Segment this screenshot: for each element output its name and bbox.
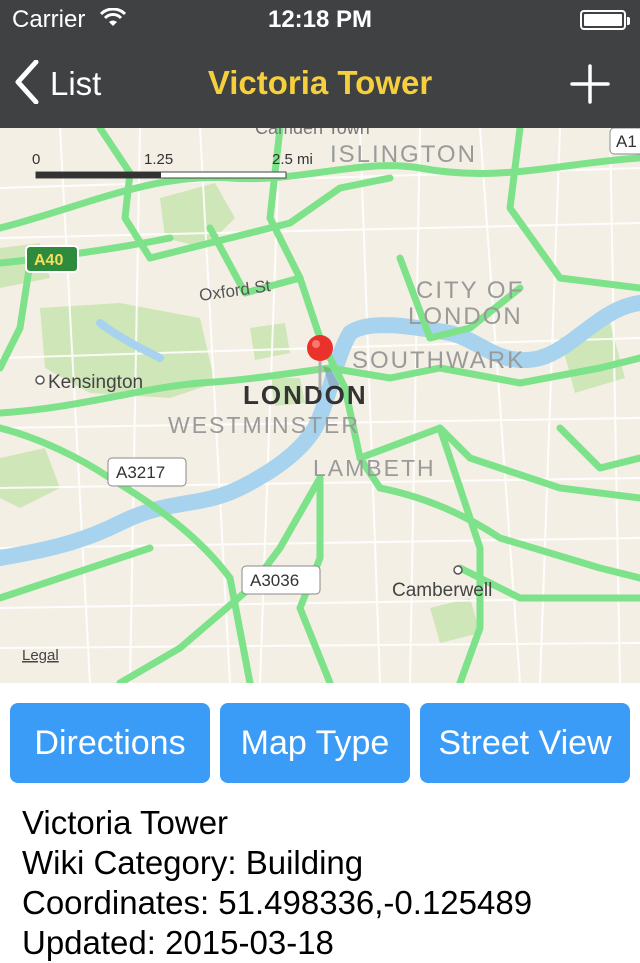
plus-icon — [570, 64, 610, 104]
map-label-lambeth: LAMBETH — [313, 455, 436, 481]
place-updated: Updated: 2015-03-18 — [22, 924, 334, 961]
directions-button[interactable]: Directions — [10, 703, 210, 783]
road-shield-a1: A1 — [609, 128, 640, 155]
battery-icon — [580, 10, 630, 30]
back-button[interactable]: List — [14, 59, 102, 109]
place-category: Wiki Category: Building — [22, 844, 364, 881]
place-coordinates: Coordinates: 51.498336,-0.125489 — [22, 884, 533, 921]
back-button-label: List — [50, 65, 102, 102]
kensington-marker — [35, 375, 45, 385]
map-label-camden-town: Camden Town — [255, 128, 370, 138]
scale-label-0: 0 — [32, 151, 40, 168]
place-name: Victoria Tower — [22, 804, 229, 841]
map-scale: 0 1.25 2.5 mi — [32, 151, 313, 179]
chevron-left-icon — [14, 59, 40, 109]
map-label-a40: A40 — [34, 252, 63, 269]
add-button[interactable] — [568, 62, 612, 106]
map-label-camberwell: Camberwell — [392, 580, 492, 601]
map-type-button[interactable]: Map Type — [220, 703, 410, 783]
map-label-westminster: WESTMINSTER — [168, 412, 360, 438]
clock: 12:18 PM — [267, 6, 373, 33]
map-label-southwark: SOUTHWARK — [352, 347, 525, 374]
camberwell-marker — [453, 565, 463, 575]
map-label-a3036: A3036 — [250, 571, 299, 590]
map-label-city-of: CITY OF — [416, 277, 524, 304]
map-legal-link[interactable]: Legal — [22, 647, 59, 664]
map-label-kensington: Kensington — [48, 372, 143, 393]
road-shield-a3036: A3036 — [241, 565, 321, 595]
map-view[interactable]: 0 1.25 2.5 mi Camden Town ISLINGTON A1 A… — [0, 128, 640, 683]
map-label-a3217: A3217 — [116, 463, 165, 482]
scale-label-1: 1.25 — [144, 151, 173, 168]
map-label-a1: A1 — [616, 132, 637, 151]
place-info: Victoria Tower Wiki Category: Building C… — [22, 803, 532, 963]
map-label-london: LONDON — [243, 380, 368, 410]
street-view-button[interactable]: Street View — [420, 703, 630, 783]
map-label-islington: ISLINGTON — [330, 141, 477, 168]
scale-label-2: 2.5 mi — [272, 151, 313, 168]
map-label-london-city: LONDON — [408, 303, 523, 330]
action-button-bar: Directions Map Type Street View — [0, 703, 640, 783]
status-bar: Carrier 12:18 PM — [0, 0, 640, 40]
road-shield-a40: A40 — [25, 245, 79, 273]
navigation-bar: List Victoria Tower — [0, 40, 640, 128]
road-shield-a3217: A3217 — [107, 457, 187, 487]
